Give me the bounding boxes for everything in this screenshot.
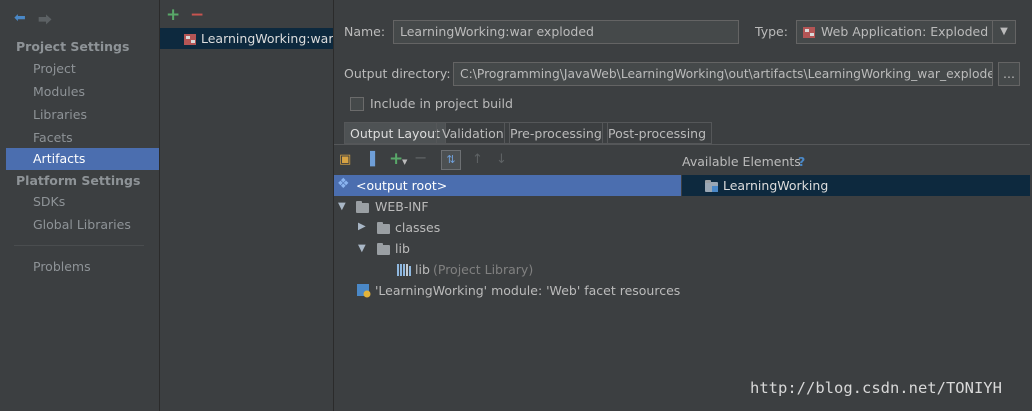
archive-icon[interactable]: ▐ <box>365 152 375 167</box>
tab-post-processing[interactable]: Post-processing <box>602 122 713 144</box>
section-platform-settings: Platform Settings <box>16 173 141 188</box>
nav-divider <box>14 245 144 246</box>
sort-icon[interactable]: ⇅ <box>441 150 461 170</box>
output-root-icon: ❖ <box>337 176 350 192</box>
tab-pre-processing[interactable]: Pre-processing <box>504 122 608 144</box>
settings-nav: ⬅ ⮕ Project Settings Project Modules Lib… <box>0 0 160 411</box>
watermark: http://blog.csdn.net/TONIYH <box>750 379 1002 397</box>
include-build-label: Include in project build <box>370 96 513 111</box>
remove-element-icon[interactable]: − <box>414 148 427 167</box>
nav-item-facets[interactable]: Facets <box>33 130 73 145</box>
module-badge-icon <box>712 186 718 192</box>
nav-item-project[interactable]: Project <box>33 61 76 76</box>
available-elements-title: Available Elements <box>682 154 801 169</box>
web-facet-icon <box>357 284 371 298</box>
output-directory-label: Output directory: <box>344 66 451 81</box>
tree-row-label: lib <box>415 262 430 277</box>
include-build-checkbox[interactable] <box>350 97 364 111</box>
nav-item-sdks[interactable]: SDKs <box>33 194 65 209</box>
available-element-item[interactable]: LearningWorking <box>682 175 1030 196</box>
tab-validation[interactable]: Validation <box>436 122 510 144</box>
tree-row-label: 'LearningWorking' module: 'Web' facet re… <box>375 283 681 298</box>
nav-item-problems[interactable]: Problems <box>33 259 91 274</box>
name-input[interactable]: LearningWorking:war exploded <box>393 20 739 44</box>
folder-icon <box>377 243 390 255</box>
remove-artifact-icon[interactable]: − <box>190 5 204 25</box>
tree-row-classes[interactable]: ▶ classes <box>334 217 681 238</box>
expand-triangle-icon[interactable]: ▼ <box>358 243 366 254</box>
nav-item-artifacts-label: Artifacts <box>33 151 86 166</box>
tree-row-web-inf[interactable]: ▼ WEB-INF <box>334 196 681 217</box>
chevron-down-icon[interactable]: ▼ <box>992 21 1015 43</box>
folder-icon <box>377 222 390 234</box>
back-arrow-icon[interactable]: ⬅ <box>14 10 26 26</box>
new-folder-icon[interactable]: ▣ <box>339 152 351 167</box>
artifact-list-panel: + − LearningWorking:war exploded <box>160 0 334 411</box>
tree-row-label: WEB-INF <box>375 199 429 214</box>
folder-icon <box>356 201 369 213</box>
section-project-settings: Project Settings <box>16 39 130 54</box>
type-label: Type: <box>755 24 788 39</box>
tree-row-facet-resources[interactable]: 'LearningWorking' module: 'Web' facet re… <box>334 280 734 301</box>
nav-item-modules[interactable]: Modules <box>33 84 85 99</box>
nav-item-global-libraries[interactable]: Global Libraries <box>33 217 131 232</box>
type-select[interactable]: Web Application: Exploded ▼ <box>796 20 1016 44</box>
output-directory-input[interactable]: C:\Programming\JavaWeb\LearningWorking\o… <box>453 62 993 86</box>
available-element-label: LearningWorking <box>723 178 829 193</box>
move-up-icon[interactable]: ↑ <box>472 152 483 167</box>
artifact-list-item-label: LearningWorking:war exploded <box>201 31 334 46</box>
tab-output-layout[interactable]: Output Layout <box>344 122 446 144</box>
war-artifact-icon <box>184 34 196 45</box>
tree-row-output-root[interactable]: ❖ <output root> <box>334 175 681 196</box>
collapsed-triangle-icon[interactable]: ▶ <box>358 221 366 232</box>
add-dropdown-icon[interactable]: ▼ <box>402 158 407 166</box>
tree-row-lib-library[interactable]: lib (Project Library) <box>334 259 681 280</box>
move-down-icon[interactable]: ↓ <box>496 152 507 167</box>
project-library-suffix: (Project Library) <box>433 262 534 277</box>
war-type-icon <box>803 27 815 38</box>
forward-arrow-icon[interactable]: ⮕ <box>38 10 52 30</box>
type-select-value: Web Application: Exploded <box>821 24 989 39</box>
add-artifact-icon[interactable]: + <box>166 5 180 25</box>
tree-row-label: lib <box>395 241 410 256</box>
tree-row-label: classes <box>395 220 441 235</box>
tab-divider <box>334 144 1030 145</box>
name-label: Name: <box>344 24 386 39</box>
help-icon[interactable]: ? <box>798 154 805 169</box>
nav-item-artifacts[interactable]: Artifacts <box>6 148 159 170</box>
artifact-list-item[interactable]: LearningWorking:war exploded <box>160 28 333 49</box>
browse-button[interactable]: ... <box>998 62 1020 86</box>
library-icon <box>397 264 411 276</box>
nav-item-libraries[interactable]: Libraries <box>33 107 87 122</box>
tree-row-lib-folder[interactable]: ▼ lib <box>334 238 681 259</box>
tree-row-label: <output root> <box>356 178 448 193</box>
expand-triangle-icon[interactable]: ▼ <box>338 201 346 212</box>
